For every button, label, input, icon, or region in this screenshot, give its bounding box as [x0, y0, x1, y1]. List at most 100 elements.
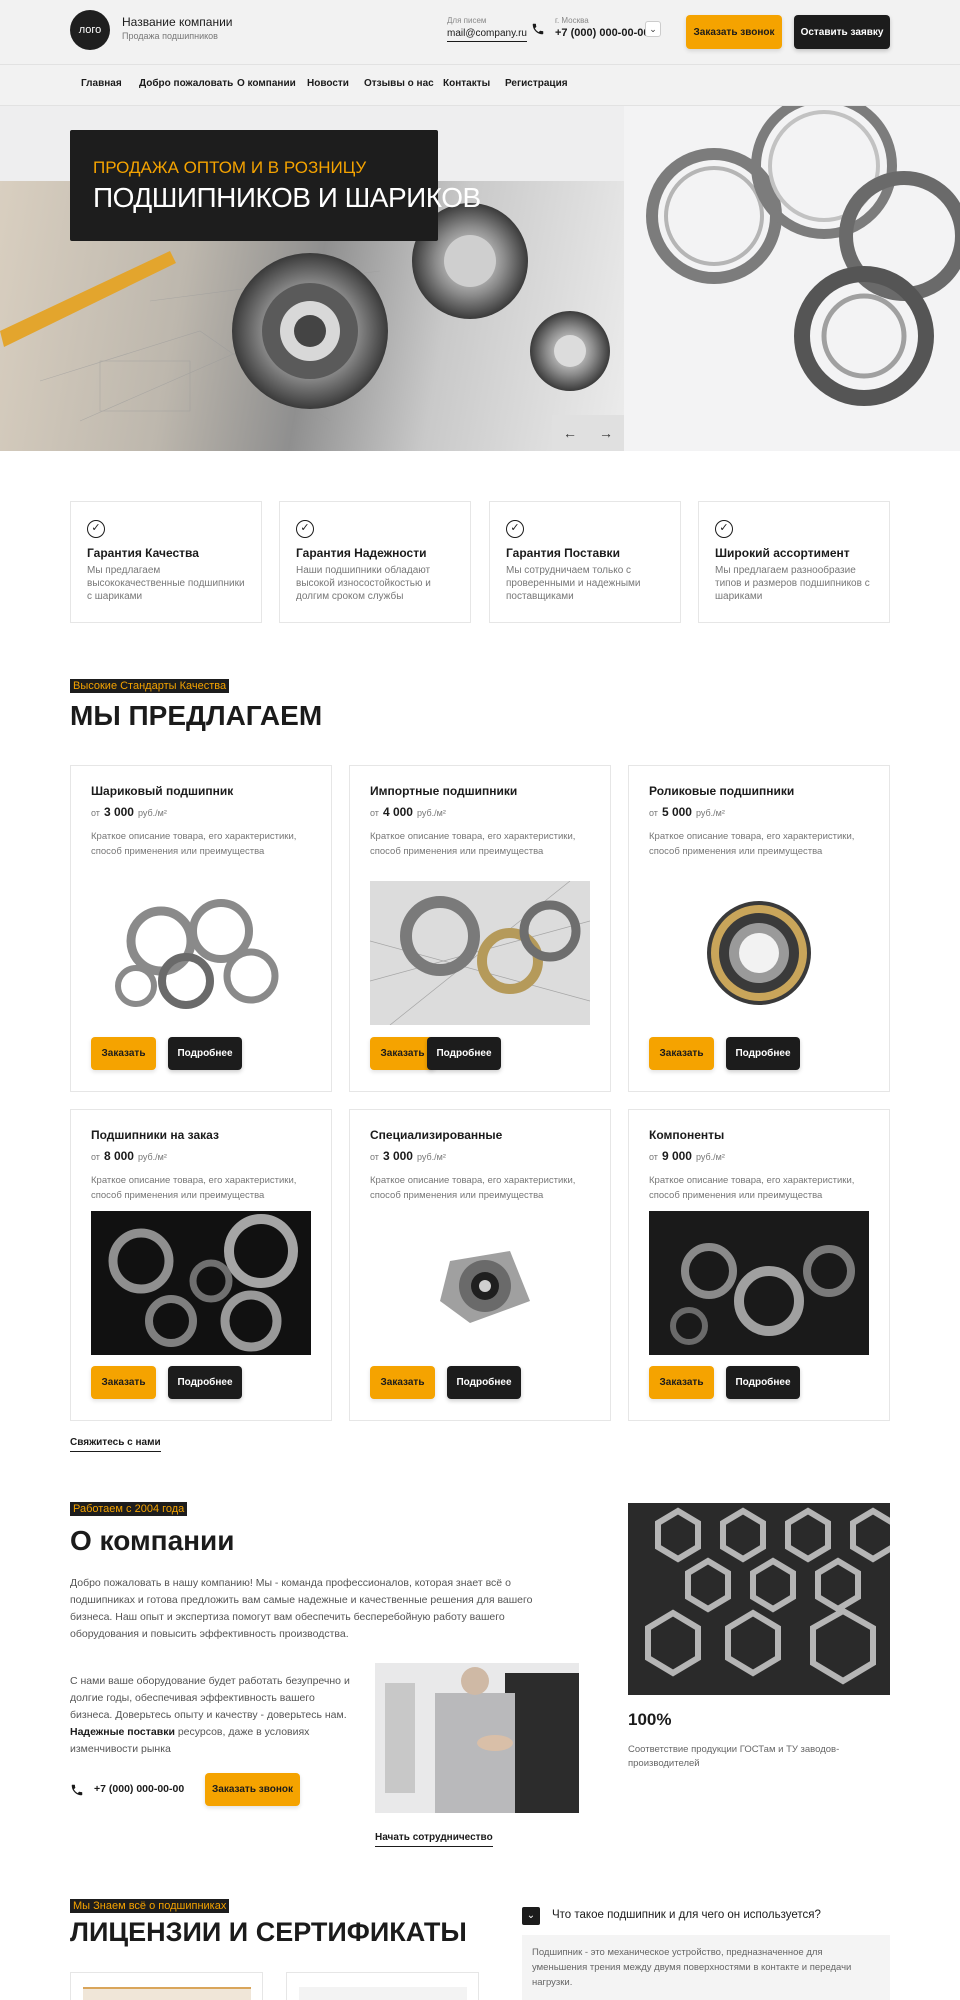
- product-title: Компоненты: [649, 1128, 725, 1142]
- product-image: [91, 1211, 311, 1355]
- handshake-image: [375, 1663, 579, 1813]
- product-image: [649, 881, 869, 1025]
- feature-card: ✓ Гарантия Качества Мы предлагаем высоко…: [70, 501, 262, 623]
- section-tag: Высокие Стандарты Качества: [70, 679, 230, 693]
- mail-link[interactable]: mail@company.ru: [447, 28, 527, 42]
- check-icon: ✓: [506, 520, 524, 538]
- product-price: от 3 000 руб./м²: [370, 1149, 446, 1163]
- product-title: Подшипники на заказ: [91, 1128, 219, 1142]
- company-tagline: Продажа подшипников: [122, 31, 218, 41]
- faq-answer-box: Подшипник - это механическое устройство,…: [522, 1935, 890, 2000]
- feature-title: Гарантия Поставки: [506, 546, 620, 560]
- section-title: МЫ ПРЕДЛАГАЕМ: [70, 700, 323, 731]
- product-price: от 8 000 руб./м²: [91, 1149, 167, 1163]
- logo[interactable]: лого: [70, 10, 110, 50]
- section-tag: Мы Знаем всё о подшипниках: [70, 1899, 230, 1913]
- product-description: Краткое описание товара, его характерист…: [91, 1175, 297, 1201]
- company-name: Название компании: [122, 15, 233, 29]
- slider-controls: ← →: [552, 415, 624, 451]
- feature-title: Гарантия Надежности: [296, 546, 427, 560]
- chevron-down-icon[interactable]: ⌄: [522, 1907, 540, 1925]
- product-price: от 5 000 руб./м²: [649, 805, 725, 819]
- about-call-button[interactable]: Заказать звонок: [205, 1773, 300, 1806]
- order-button[interactable]: Заказать: [91, 1366, 156, 1399]
- order-button[interactable]: Заказать: [91, 1037, 156, 1070]
- hero-side-image: [624, 106, 960, 451]
- faq-answer: Подшипник - это механическое устройство,…: [532, 1947, 852, 1988]
- call-request-button[interactable]: Заказать звонок: [686, 15, 782, 49]
- phone-icon: [71, 1784, 83, 1796]
- product-card: Подшипники на заказ от 8 000 руб./м² Кратк…: [70, 1109, 332, 1421]
- product-title: Импортные подшипники: [370, 784, 518, 798]
- nav-item-contacts[interactable]: Контакты: [443, 78, 490, 89]
- arrow-left-icon[interactable]: ←: [552, 415, 588, 451]
- hero-subtitle: ПРОДАЖА ОПТОМ И В РОЗНИЦУ: [93, 158, 367, 177]
- product-card: Специализированные от 3 000 руб./м² Кратко…: [349, 1109, 611, 1421]
- product-title: Роликовые подшипники: [649, 784, 795, 798]
- nav-item-about[interactable]: О компании: [237, 78, 296, 89]
- nuts-image: [628, 1503, 890, 1695]
- product-title: Специализированные: [370, 1128, 503, 1142]
- check-icon: ✓: [715, 520, 733, 538]
- feature-title: Гарантия Качества: [87, 546, 199, 560]
- contact-us-link[interactable]: Свяжитесь с нами: [70, 1437, 161, 1452]
- feature-text: Наши подшипники обладают высокой износос…: [296, 565, 431, 602]
- product-description: Краткое описание товара, его характерист…: [370, 831, 576, 857]
- product-card: Шариковый подшипник от 3 000 руб./м² Кратк…: [70, 765, 332, 1092]
- mail-label: Для писем: [447, 16, 487, 25]
- nav-item-register[interactable]: Регистрация: [505, 78, 568, 89]
- product-card: Импортные подшипники от 4 000 руб./м² Крат…: [349, 765, 611, 1092]
- details-button[interactable]: Подробнее: [447, 1366, 521, 1399]
- details-button[interactable]: Подробнее: [427, 1037, 501, 1070]
- order-button[interactable]: Заказать: [649, 1366, 714, 1399]
- order-button[interactable]: Заказать: [370, 1366, 435, 1399]
- arrow-right-icon[interactable]: →: [588, 415, 624, 451]
- product-card: Компоненты от 9 000 руб./м² Краткое описан…: [628, 1109, 890, 1421]
- feature-text: Мы предлагаем разнообразие типов и разме…: [715, 565, 870, 602]
- product-price: от 3 000 руб./м²: [91, 805, 167, 819]
- details-button[interactable]: Подробнее: [726, 1037, 800, 1070]
- feature-text: Мы предлагаем высококачественные подшипн…: [87, 565, 245, 602]
- feature-text: Мы сотрудничаем только с проверенными и …: [506, 565, 641, 602]
- start-cooperation-link[interactable]: Начать сотрудничество: [375, 1832, 493, 1847]
- nav-item-news[interactable]: Новости: [307, 78, 349, 89]
- feature-card: ✓ Гарантия Надежности Наши подшипники об…: [279, 501, 471, 623]
- product-description: Краткое описание товара, его характерист…: [649, 1175, 855, 1201]
- leave-request-button[interactable]: Оставить заявку: [794, 15, 890, 49]
- nav-item-reviews[interactable]: Отзывы о нас: [364, 78, 434, 89]
- nav-item-home[interactable]: Главная: [81, 78, 122, 89]
- product-card: Роликовые подшипники от 5 000 руб./м² Крат…: [628, 765, 890, 1092]
- product-description: Краткое описание товара, его характерист…: [370, 1175, 576, 1201]
- section-title: ЛИЦЕНЗИИ И СЕРТИФИКАТЫ: [70, 1917, 467, 1947]
- details-button[interactable]: Подробнее: [168, 1366, 242, 1399]
- certificate-card[interactable]: [286, 1972, 479, 2000]
- product-description: Краткое описание товара, его характерист…: [91, 831, 297, 857]
- city-label: г. Москва: [555, 16, 589, 25]
- feature-card: ✓ Широкий ассортимент Мы предлагаем разн…: [698, 501, 890, 623]
- certificate-card[interactable]: [70, 1972, 263, 2000]
- product-price: от 9 000 руб./м²: [649, 1149, 725, 1163]
- header-phone[interactable]: +7 (000) 000-00-00: [555, 27, 649, 39]
- order-button[interactable]: Заказать: [370, 1037, 435, 1070]
- stat-value: 100%: [628, 1710, 672, 1729]
- section-title: О компании: [70, 1525, 235, 1556]
- product-image: [649, 1211, 869, 1355]
- nav-item-welcome[interactable]: Добро пожаловать: [139, 78, 233, 89]
- details-button[interactable]: Подробнее: [168, 1037, 242, 1070]
- stat-text: Соответствие продукции ГОСТам и ТУ завод…: [628, 1744, 840, 1769]
- feature-title: Широкий ассортимент: [715, 546, 850, 560]
- product-image: [91, 881, 311, 1025]
- section-tag: Работаем с 2004 года: [70, 1502, 188, 1516]
- about-phone[interactable]: +7 (000) 000-00-00: [94, 1783, 184, 1795]
- chevron-down-icon[interactable]: ⌄: [645, 21, 661, 37]
- product-image: [370, 1211, 590, 1355]
- hero-title: ПОДШИПНИКОВ И ШАРИКОВ: [93, 182, 481, 213]
- about-text: Добро пожаловать в нашу компанию! Мы - к…: [70, 1577, 533, 1640]
- check-icon: ✓: [296, 520, 314, 538]
- faq-question[interactable]: Что такое подшипник и для чего он исполь…: [552, 1909, 821, 1921]
- about-text-secondary: С нами ваше оборудование будет работать …: [70, 1675, 350, 1755]
- order-button[interactable]: Заказать: [649, 1037, 714, 1070]
- product-title: Шариковый подшипник: [91, 784, 234, 798]
- check-icon: ✓: [87, 520, 105, 538]
- details-button[interactable]: Подробнее: [726, 1366, 800, 1399]
